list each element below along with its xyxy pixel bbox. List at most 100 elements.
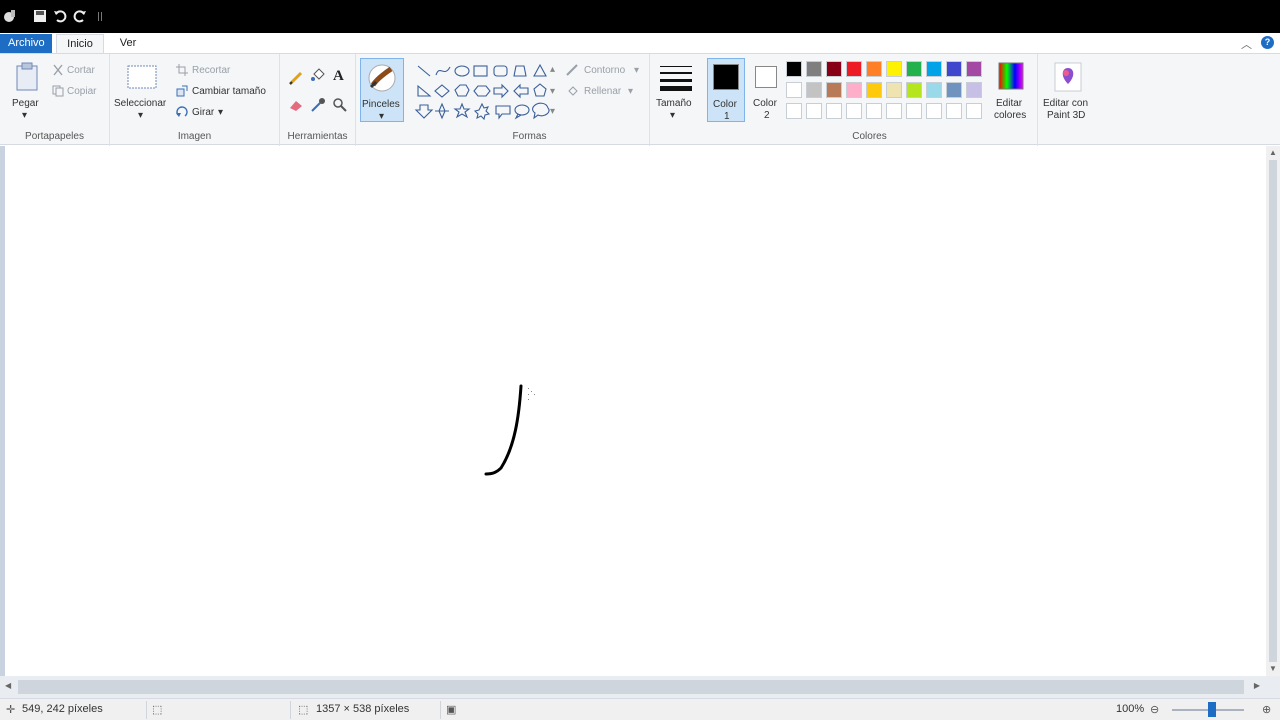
custom-color-slot[interactable] [826,103,842,119]
color-swatch[interactable] [886,61,902,77]
collapse-ribbon-icon[interactable]: ︿ [1241,36,1252,52]
edit-colors-line1[interactable]: Editar [996,98,1022,109]
color-swatch[interactable] [846,61,862,77]
color-swatch[interactable] [966,61,982,77]
custom-color-slot[interactable] [846,103,862,119]
select-icon[interactable] [126,64,158,90]
customize-toolbar-icon[interactable] [92,8,108,24]
magnifier-icon[interactable] [332,97,348,113]
canvas-area[interactable] [0,146,1266,676]
copy-icon[interactable] [52,85,64,97]
paint3d-line2[interactable]: Paint 3D [1047,110,1085,121]
color-swatch[interactable] [966,82,982,98]
paste-button[interactable]: Pegar [12,98,39,109]
fill-icon[interactable] [566,85,580,97]
fill-bucket-icon[interactable] [310,68,326,84]
size-button[interactable]: Tamaño [656,98,692,109]
pencil-icon[interactable] [288,70,304,86]
crop-icon[interactable] [176,64,188,76]
color1-number: 1 [724,111,730,122]
custom-color-slot[interactable] [806,103,822,119]
save-icon[interactable] [32,8,48,24]
paste-dropdown-icon[interactable]: ▾ [22,110,27,121]
edit-colors-line2[interactable]: colores [994,110,1026,121]
color-swatch[interactable] [806,61,822,77]
tab-archivo[interactable]: Archivo [0,34,52,53]
tab-ver[interactable]: Ver [110,34,146,53]
color-swatch[interactable] [866,61,882,77]
outline-button[interactable]: Contorno [584,65,625,76]
color2-number: 2 [764,110,770,121]
custom-color-slot[interactable] [926,103,942,119]
help-icon[interactable]: ? [1261,36,1274,49]
resize-icon[interactable] [176,85,188,97]
color-picker-icon[interactable] [310,97,326,113]
shapes-scroll-down-icon[interactable]: ▾ [550,86,555,97]
custom-color-slot[interactable] [786,103,802,119]
custom-color-slot[interactable] [866,103,882,119]
cut-icon[interactable] [52,64,64,76]
redo-icon[interactable] [72,8,88,24]
shapes-scroll-up-icon[interactable]: ▴ [550,64,555,75]
scroll-right-icon[interactable]: ▶ [1254,681,1260,690]
paint3d-line1[interactable]: Editar con [1043,98,1088,109]
color-swatch[interactable] [786,61,802,77]
select-button[interactable]: Seleccionar [114,98,166,109]
color-swatch[interactable] [826,82,842,98]
edit-colors-icon[interactable] [998,62,1024,90]
eraser-icon[interactable] [288,98,304,112]
color-swatch[interactable] [826,61,842,77]
color-swatch[interactable] [866,82,882,98]
select-dropdown-icon[interactable]: ▾ [138,110,143,121]
undo-icon[interactable] [52,8,68,24]
horizontal-scroll-thumb[interactable] [18,680,1244,694]
vertical-scrollbar[interactable]: ▲ ▼ [1266,146,1280,676]
copy-button[interactable]: Copiar [67,86,96,97]
rotate-dropdown-icon[interactable]: ▾ [218,107,223,118]
resize-button[interactable]: Cambiar tamaño [192,86,266,97]
cursor-position-icon: ✛ [6,704,16,716]
custom-color-slot[interactable] [966,103,982,119]
rotate-icon[interactable] [176,106,188,118]
cut-button[interactable]: Cortar [67,65,95,76]
paint3d-icon[interactable] [1054,62,1082,92]
color2-button[interactable]: Color 2 [748,58,786,122]
brushes-button[interactable]: Pinceles ▾ [360,58,404,122]
custom-color-slot[interactable] [906,103,922,119]
color-swatch[interactable] [926,61,942,77]
scroll-up-icon[interactable]: ▲ [1269,148,1277,157]
custom-color-slot[interactable] [946,103,962,119]
drawing-canvas[interactable] [5,146,1266,676]
custom-color-slot[interactable] [886,103,902,119]
shapes-expand-icon[interactable]: ▾ [550,106,555,117]
size-lines-icon[interactable] [660,64,692,92]
zoom-out-icon[interactable]: ⊖ [1150,703,1159,716]
color-swatch[interactable] [886,82,902,98]
color1-button[interactable]: Color 1 [707,58,745,122]
fill-dropdown-icon[interactable]: ▾ [628,86,633,97]
color-swatch[interactable] [926,82,942,98]
vertical-scroll-thumb[interactable] [1269,160,1277,662]
rotate-button[interactable]: Girar [192,107,214,118]
fill-button[interactable]: Rellenar [584,86,621,97]
zoom-in-icon[interactable]: ⊕ [1262,703,1271,716]
color-swatch[interactable] [906,61,922,77]
size-dropdown-icon[interactable]: ▾ [670,110,675,121]
outline-dropdown-icon[interactable]: ▾ [634,65,639,76]
outline-icon[interactable] [566,64,580,76]
color-swatch[interactable] [846,82,862,98]
color-swatch[interactable] [906,82,922,98]
color-swatch[interactable] [806,82,822,98]
horizontal-scrollbar[interactable]: ◀ ▶ [0,676,1280,698]
paste-icon[interactable] [14,62,40,92]
zoom-slider-thumb[interactable] [1208,702,1216,717]
scroll-left-icon[interactable]: ◀ [5,681,11,690]
scroll-down-icon[interactable]: ▼ [1269,664,1277,673]
color-swatch[interactable] [946,61,962,77]
crop-button[interactable]: Recortar [192,65,230,76]
color-swatch[interactable] [786,82,802,98]
tab-inicio[interactable]: Inicio [56,34,104,53]
shapes-gallery[interactable] [414,62,558,122]
color-swatch[interactable] [946,82,962,98]
text-tool-icon[interactable]: A [333,68,344,85]
